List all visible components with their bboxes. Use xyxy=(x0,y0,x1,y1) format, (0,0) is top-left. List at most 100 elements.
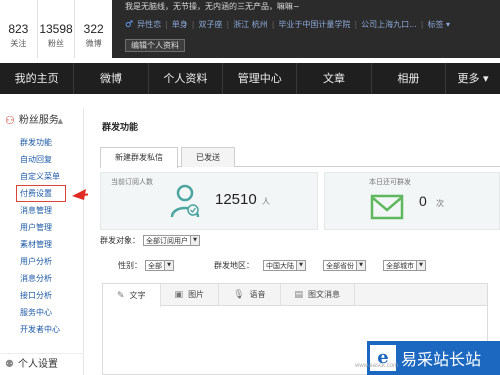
info-divider: | xyxy=(271,20,275,29)
profile-stats: 823 关注 13598 粉丝 322 微博 xyxy=(0,0,112,58)
sidebar-item-developer-center[interactable]: 开发者中心 xyxy=(0,321,83,338)
fans-icon: ⚇ xyxy=(5,114,15,127)
nav-home[interactable]: 我的主页 xyxy=(0,63,75,94)
province-select[interactable]: 全部省份 ▼ xyxy=(323,260,366,271)
sidebar-item-custom-menu[interactable]: 自定义菜单 xyxy=(0,168,83,185)
info-divider: | xyxy=(354,20,358,29)
region-label: 群发地区： xyxy=(214,261,254,270)
sidebar-item-message-analytics[interactable]: 消息分析 xyxy=(0,270,83,287)
stat-weibo[interactable]: 322 微博 xyxy=(75,0,112,58)
gender-select-value: 全部 xyxy=(148,261,162,270)
info-divider: | xyxy=(191,20,195,29)
target-row: 群发对象： 全部订阅用户 ▼ xyxy=(100,235,200,246)
sidebar-section-fans[interactable]: ⚇ 粉丝服务 ▲ xyxy=(0,108,83,134)
stat-followers-count: 13598 xyxy=(39,22,73,36)
tags-label: 标签 xyxy=(427,20,444,29)
subscribers-label: 当前订阅人数 xyxy=(111,178,153,186)
tab-sent[interactable]: 已发送 xyxy=(181,147,235,167)
info-orientation[interactable]: 异性恋 xyxy=(137,19,161,30)
editor-tab-text[interactable]: ✎ 文字 xyxy=(103,284,161,307)
editor-tab-image[interactable]: ▣ 图片 xyxy=(161,284,220,306)
nav-management[interactable]: 管理中心 xyxy=(223,63,298,94)
profile-info: ♂ 异性恋 | 单身 | 双子座 | 浙江 杭州 | 毕业于中国计量学院 | 公… xyxy=(125,19,495,30)
info-location[interactable]: 浙江 杭州 xyxy=(233,19,268,30)
sidebar-item-auto-reply[interactable]: 自动回复 xyxy=(0,151,83,168)
remaining-panel: 本日还可群发 0 次 xyxy=(324,172,500,230)
sidebar-section-title: 粉丝服务 xyxy=(18,115,59,126)
info-divider: | xyxy=(165,20,168,29)
remaining-unit: 次 xyxy=(436,199,444,208)
sidebar: ⚇ 粉丝服务 ▲ 群发功能 自动回复 自定义菜单 付费设置 消息管理 用户管理 … xyxy=(0,108,84,375)
nav-more-label: 更多 xyxy=(457,72,480,85)
subscribers-count: 12510 xyxy=(215,191,257,208)
info-company[interactable]: 公司上海九口... xyxy=(361,19,417,30)
country-select[interactable]: 中国大陆 ▼ xyxy=(263,260,306,271)
info-relationship[interactable]: 单身 xyxy=(172,19,188,30)
microphone-icon: 🎙 xyxy=(233,290,245,300)
sidebar-item-materials[interactable]: 素材管理 xyxy=(0,236,83,253)
male-icon: ♂ xyxy=(125,19,134,30)
profile-motto: 我是无脑线，无节操，无内涵的三无产品，嘛嘛~ xyxy=(125,2,300,11)
chevron-down-icon: ▼ xyxy=(416,261,425,270)
info-zodiac[interactable]: 双子座 xyxy=(198,19,222,30)
editor-tab-voice-label: 语音 xyxy=(249,290,266,299)
tab-new-broadcast[interactable]: 新建群发私信 xyxy=(100,147,178,168)
broadcast-tabs: 新建群发私信 已发送 xyxy=(100,147,500,168)
info-divider: | xyxy=(226,20,230,29)
gender-label: 性别： xyxy=(118,261,142,270)
stat-following[interactable]: 823 关注 xyxy=(0,0,38,58)
broadcast-stats: 当前订阅人数 12510 人 本日还可群发 0 次 xyxy=(100,172,500,230)
chevron-up-icon: ▲ xyxy=(57,117,63,125)
chevron-down-icon: ▼ xyxy=(190,236,199,245)
chevron-down-icon: ▼ xyxy=(296,261,305,270)
editor-tab-voice[interactable]: 🎙 语音 xyxy=(219,284,281,306)
sidebar-item-users[interactable]: 用户管理 xyxy=(0,219,83,236)
sidebar-item-broadcast[interactable]: 群发功能 xyxy=(0,134,83,151)
main-content: 群发功能 新建群发私信 已发送 当前订阅人数 12510 人 本日还可群发 0 … xyxy=(88,108,500,375)
remaining-count: 0 xyxy=(419,193,427,209)
stat-weibo-count: 322 xyxy=(83,22,104,36)
nav-more[interactable]: 更多 ▾ xyxy=(446,63,500,94)
subscriber-icon xyxy=(170,184,200,218)
city-select-value: 全部城市 xyxy=(386,261,414,270)
gender-select[interactable]: 全部 ▼ xyxy=(145,260,174,271)
sidebar-item-user-analytics[interactable]: 用户分析 xyxy=(0,253,83,270)
nav-articles[interactable]: 文章 xyxy=(297,63,372,94)
subscribers-unit: 人 xyxy=(262,197,270,206)
editor-tab-article[interactable]: ▤ 图文消息 xyxy=(281,284,356,306)
stat-followers-label: 粉丝 xyxy=(48,39,64,48)
sidebar-item-paid-settings[interactable]: 付费设置 xyxy=(16,185,66,202)
target-label: 群发对象： xyxy=(100,236,140,245)
envelope-icon xyxy=(370,194,404,220)
stat-following-label: 关注 xyxy=(10,39,27,48)
gender-row: 性别： 全部 ▼ xyxy=(118,260,174,271)
pencil-icon: ✎ xyxy=(117,290,125,301)
stat-followers[interactable]: 13598 粉丝 xyxy=(38,0,76,58)
nav-profile[interactable]: 个人资料 xyxy=(149,63,224,94)
tags-link[interactable]: 标签 ▾ xyxy=(427,19,450,30)
subscribers-panel: 当前订阅人数 12510 人 xyxy=(100,172,318,230)
province-select-value: 全部省份 xyxy=(326,261,354,270)
target-select[interactable]: 全部订阅用户 ▼ xyxy=(143,235,200,246)
stat-weibo-label: 微博 xyxy=(85,39,102,48)
city-select[interactable]: 全部城市 ▼ xyxy=(383,260,426,271)
page-title: 群发功能 xyxy=(102,123,139,133)
chevron-down-icon: ▾ xyxy=(482,72,489,85)
sidebar-section-personal[interactable]: ⚉ 个人设置 xyxy=(0,353,84,375)
editor-tab-text-label: 文字 xyxy=(129,290,146,300)
sidebar-section-personal-title: 个人设置 xyxy=(17,358,58,370)
edit-profile-button[interactable]: 编辑个人资料 xyxy=(125,39,185,52)
sidebar-item-api-analytics[interactable]: 接口分析 xyxy=(0,287,83,304)
sidebar-item-messages[interactable]: 消息管理 xyxy=(0,202,83,219)
region-row: 群发地区： 中国大陆 ▼ 全部省份 ▼ 全部城市 ▼ xyxy=(214,260,426,271)
watermark-url: www.easck.com xyxy=(355,363,399,369)
nav-album[interactable]: 相册 xyxy=(372,63,447,94)
chevron-down-icon: ▼ xyxy=(356,261,365,270)
main-nav: 我的主页 微博 个人资料 管理中心 文章 相册 更多 ▾ xyxy=(0,63,500,94)
editor-tabs: ✎ 文字 ▣ 图片 🎙 语音 ▤ 图文消息 xyxy=(103,284,487,307)
sidebar-item-service-center[interactable]: 服务中心 xyxy=(0,304,83,321)
nav-weibo[interactable]: 微博 xyxy=(74,63,149,94)
editor-tab-article-label: 图文消息 xyxy=(308,290,341,299)
target-select-value: 全部订阅用户 xyxy=(146,236,188,245)
info-school[interactable]: 毕业于中国计量学院 xyxy=(278,19,350,30)
